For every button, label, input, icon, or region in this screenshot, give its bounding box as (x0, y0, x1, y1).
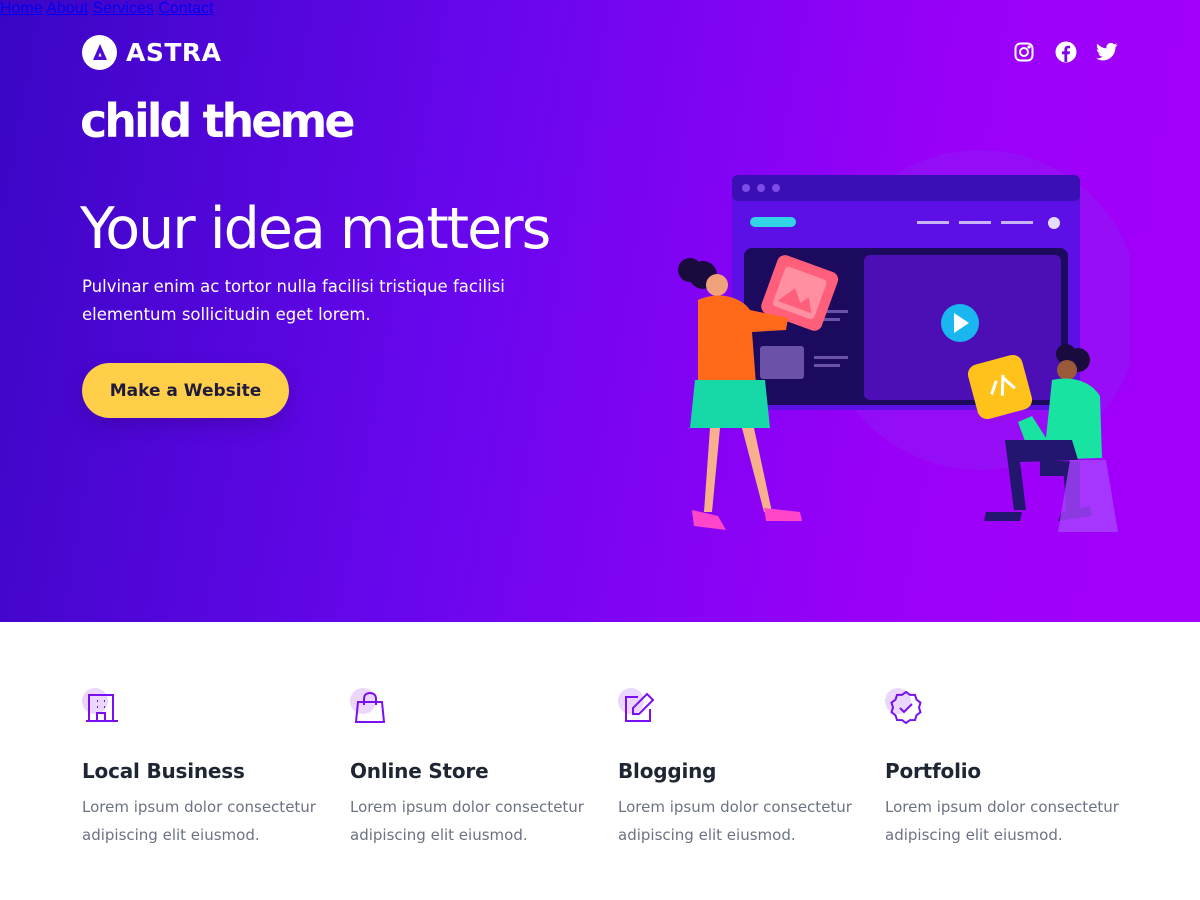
feature-text: Lorem ipsum dolor consectetur adipiscing… (618, 798, 852, 844)
feature-blogging: Blogging Lorem ipsum dolor consectetur a… (618, 688, 868, 849)
main-nav: Home About Services Contact (0, 0, 1200, 18)
astra-logo-icon (82, 34, 117, 70)
features-section: Local Business Lorem ipsum dolor consect… (0, 622, 1200, 900)
logo-text: ASTRA (126, 37, 222, 67)
feature-title: Portfolio (885, 759, 981, 783)
shopping-bag-icon (350, 688, 390, 728)
badge-check-icon (885, 688, 925, 728)
feature-title: Blogging (618, 759, 717, 783)
feature-local-business: Local Business Lorem ipsum dolor consect… (82, 688, 332, 849)
feature-text: Lorem ipsum dolor consectetur adipiscing… (82, 798, 316, 844)
edit-icon (618, 688, 658, 728)
feature-text: Lorem ipsum dolor consectetur adipiscing… (350, 798, 584, 844)
instagram-icon[interactable] (1013, 41, 1035, 63)
nav-contact[interactable]: Contact (158, 0, 213, 17)
feature-online-store: Online Store Lorem ipsum dolor consectet… (350, 688, 600, 849)
nav-services[interactable]: Services (93, 0, 154, 17)
feature-title: Online Store (350, 759, 489, 783)
hero-section: ASTRA Home About Services Contact child … (0, 0, 1200, 622)
feature-portfolio: Portfolio Lorem ipsum dolor consectetur … (885, 688, 1135, 849)
site-logo[interactable]: ASTRA (82, 34, 222, 70)
facebook-icon[interactable] (1055, 41, 1077, 63)
nav-about[interactable]: About (46, 0, 88, 17)
make-a-website-button[interactable]: Make a Website (82, 363, 289, 418)
building-icon (82, 688, 122, 728)
hero-illustration (678, 150, 1130, 532)
child-theme-title: child theme (80, 94, 356, 148)
feature-title: Local Business (82, 759, 245, 783)
hero-heading: Your idea matters (80, 196, 551, 262)
twitter-icon[interactable] (1096, 41, 1118, 63)
feature-text: Lorem ipsum dolor consectetur adipiscing… (885, 798, 1119, 844)
nav-home[interactable]: Home (0, 0, 43, 17)
hero-subtext: Pulvinar enim ac tortor nulla facilisi t… (82, 277, 505, 324)
